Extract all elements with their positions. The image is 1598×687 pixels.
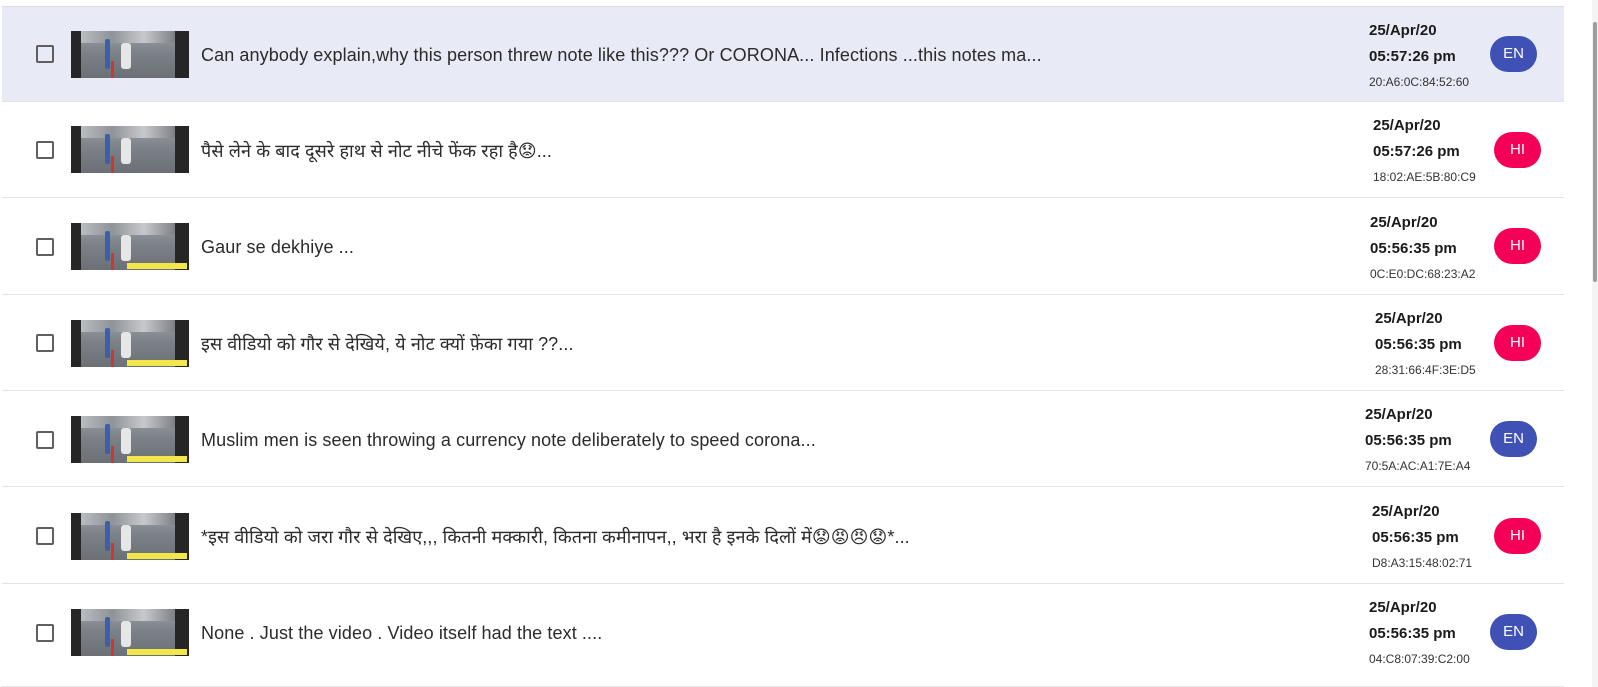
video-thumbnail[interactable] [71,609,189,656]
thumbnail-caption-strip [127,263,187,269]
video-thumbnail[interactable] [71,513,189,560]
device-id: 28:31:66:4F:3E:D5 [1375,363,1476,377]
message-row[interactable]: None . Just the video . Video itself had… [2,584,1564,687]
language-badge[interactable]: HI [1494,518,1541,554]
thumbnail-caption-strip [127,456,187,462]
device-id: 70:5A:AC:A1:7E:A4 [1365,459,1471,473]
row-checkbox[interactable] [36,45,54,63]
scrollbar-thumb[interactable] [1593,22,1597,282]
message-text[interactable]: Can anybody explain,why this person thre… [201,45,1042,66]
message-time: 05:56:35 pm [1369,625,1456,642]
row-checkbox[interactable] [36,624,54,642]
message-time: 05:56:35 pm [1365,432,1452,449]
device-id: 18:02:AE:5B:80:C9 [1373,170,1476,184]
message-date: 25/Apr/20 [1373,117,1441,134]
video-thumbnail[interactable] [71,416,189,463]
message-time: 05:57:26 pm [1373,143,1460,160]
row-checkbox[interactable] [36,334,54,352]
message-date: 25/Apr/20 [1365,406,1433,423]
thumbnail-caption-strip [127,553,187,559]
thumbnail-image [81,126,175,173]
video-thumbnail[interactable] [71,223,189,270]
message-time: 05:56:35 pm [1370,240,1457,257]
message-row[interactable]: *इस वीडियो को जरा गौर से देखिए,,, कितनी … [2,488,1564,584]
row-checkbox[interactable] [36,431,54,449]
message-row[interactable]: Muslim men is seen throwing a currency n… [2,391,1564,487]
message-text[interactable]: Muslim men is seen throwing a currency n… [201,430,816,451]
language-badge[interactable]: EN [1490,421,1537,457]
video-thumbnail[interactable] [71,31,189,78]
thumbnail-image [81,31,175,78]
language-badge[interactable]: HI [1494,325,1541,361]
message-list: Can anybody explain,why this person thre… [0,0,1598,687]
message-time: 05:56:35 pm [1372,529,1459,546]
message-meta: 25/Apr/20 05:56:35 pm 04:C8:07:39:C2:00 [1369,595,1470,671]
device-id: 20:A6:0C:84:52:60 [1369,75,1470,89]
message-time: 05:57:26 pm [1369,48,1456,65]
video-thumbnail[interactable] [71,126,189,173]
language-badge[interactable]: EN [1490,614,1537,650]
message-meta: 25/Apr/20 05:57:26 pm 20:A6:0C:84:52:60 [1369,18,1469,94]
message-meta: 25/Apr/20 05:57:26 pm 18:02:AE:5B:80:C9 [1373,113,1476,189]
device-id: D8:A3:15:48:02:71 [1372,556,1473,570]
video-thumbnail[interactable] [71,320,189,367]
row-checkbox[interactable] [36,527,54,545]
message-row[interactable]: इस वीडियो को गौर से देखिये, ये नोट क्यों… [2,295,1564,391]
message-meta: 25/Apr/20 05:56:35 pm D8:A3:15:48:02:71 [1372,499,1472,575]
row-checkbox[interactable] [36,238,54,256]
message-date: 25/Apr/20 [1370,214,1438,231]
message-text[interactable]: *इस वीडियो को जरा गौर से देखिए,,, कितनी … [201,525,910,549]
language-badge[interactable]: EN [1490,36,1537,72]
message-text[interactable]: पैसे लेने के बाद दूसरे हाथ से नोट नीचे फ… [201,139,552,163]
thumbnail-caption-strip [127,360,187,366]
row-checkbox[interactable] [36,141,54,159]
language-badge[interactable]: HI [1494,228,1541,264]
message-text[interactable]: इस वीडियो को गौर से देखिये, ये नोट क्यों… [201,332,574,356]
message-meta: 25/Apr/20 05:56:35 pm 28:31:66:4F:3E:D5 [1375,306,1476,382]
message-date: 25/Apr/20 [1375,310,1443,327]
message-meta: 25/Apr/20 05:56:35 pm 0C:E0:DC:68:23:A2 [1370,210,1475,286]
message-date: 25/Apr/20 [1369,599,1437,616]
message-time: 05:56:35 pm [1375,336,1462,353]
device-id: 0C:E0:DC:68:23:A2 [1370,267,1476,281]
message-date: 25/Apr/20 [1372,503,1440,520]
message-meta: 25/Apr/20 05:56:35 pm 70:5A:AC:A1:7E:A4 [1365,402,1470,478]
message-row[interactable]: Gaur se dekhiye ... 25/Apr/20 05:56:35 p… [2,199,1564,295]
device-id: 04:C8:07:39:C2:00 [1369,652,1470,666]
thumbnail-caption-strip [127,649,187,655]
vertical-scrollbar[interactable] [1592,0,1598,687]
message-text[interactable]: None . Just the video . Video itself had… [201,623,602,644]
message-text[interactable]: Gaur se dekhiye ... [201,237,354,258]
message-row[interactable]: Can anybody explain,why this person thre… [2,6,1564,102]
message-date: 25/Apr/20 [1369,22,1437,39]
message-row[interactable]: पैसे लेने के बाद दूसरे हाथ से नोट नीचे फ… [2,102,1564,198]
language-badge[interactable]: HI [1494,132,1541,168]
